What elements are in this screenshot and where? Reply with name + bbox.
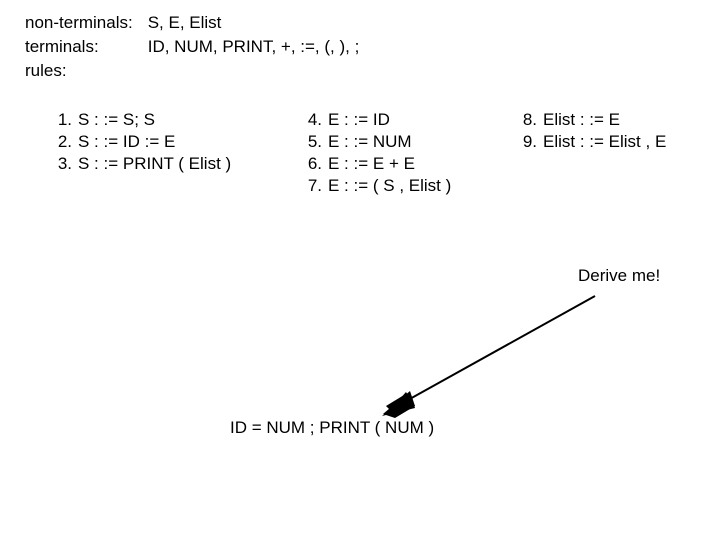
nonterminals-value: S, E, Elist: [147, 12, 372, 34]
rules-col-1: 1. S : := S; S 2. S : := ID := E 3. S : …: [50, 110, 300, 198]
rule-item: 5. E : := NUM: [300, 132, 515, 152]
rule-number: 4.: [300, 110, 322, 130]
rule-number: 5.: [300, 132, 322, 152]
rule-number: 1.: [50, 110, 72, 130]
rule-body: E : := NUM: [328, 132, 412, 152]
rule-body: E : := ID: [328, 110, 390, 130]
rule-item: 9. Elist : := Elist , E: [515, 132, 695, 152]
rule-body: E : := ( S , Elist ): [328, 176, 451, 196]
rule-number: 7.: [300, 176, 322, 196]
rule-body: Elist : := Elist , E: [543, 132, 666, 152]
rule-item: 4. E : := ID: [300, 110, 515, 130]
derive-label: Derive me!: [578, 266, 660, 286]
rules-col-2: 4. E : := ID 5. E : := NUM 6. E : := E +…: [300, 110, 515, 198]
arrowhead-icon: [360, 288, 620, 438]
rule-item: 1. S : := S; S: [50, 110, 300, 130]
rule-body: E : := E + E: [328, 154, 415, 174]
arrow-icon: [360, 288, 620, 438]
rule-item: 7. E : := ( S , Elist ): [300, 176, 515, 196]
terminals-label: terminals:: [24, 36, 145, 58]
rule-body: S : := S; S: [78, 110, 155, 130]
rule-number: 8.: [515, 110, 537, 130]
rule-item: 8. Elist : := E: [515, 110, 695, 130]
target-expression: ID = NUM ; PRINT ( NUM ): [230, 418, 434, 438]
rule-item: 3. S : := PRINT ( Elist ): [50, 154, 300, 174]
rule-number: 9.: [515, 132, 537, 152]
nonterminals-label: non-terminals:: [24, 12, 145, 34]
rule-number: 3.: [50, 154, 72, 174]
rule-number: 6.: [300, 154, 322, 174]
terminals-value: ID, NUM, PRINT, +, :=, (, ), ;: [147, 36, 372, 58]
rules-columns: 1. S : := S; S 2. S : := ID := E 3. S : …: [50, 110, 695, 198]
rule-item: 6. E : := E + E: [300, 154, 515, 174]
rule-number: 2.: [50, 132, 72, 152]
rule-item: 2. S : := ID := E: [50, 132, 300, 152]
definitions: non-terminals: S, E, Elist terminals: ID…: [22, 10, 373, 84]
rule-body: S : := ID := E: [78, 132, 175, 152]
rules-col-3: 8. Elist : := E 9. Elist : := Elist , E: [515, 110, 695, 198]
rule-body: S : := PRINT ( Elist ): [78, 154, 231, 174]
rule-body: Elist : := E: [543, 110, 620, 130]
rules-label: rules:: [24, 60, 145, 82]
